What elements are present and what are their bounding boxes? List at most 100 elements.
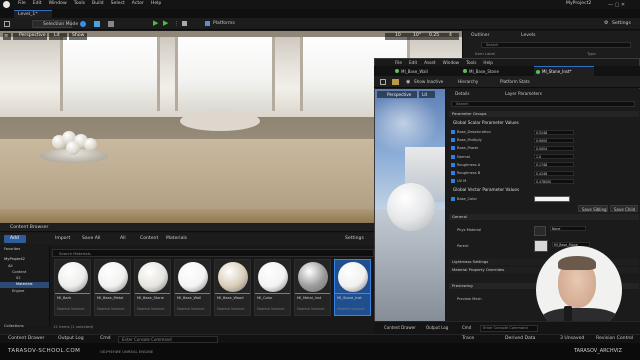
vector-params-header[interactable]: Global Vector Parameter Values [453, 187, 519, 192]
hierarchy-button[interactable]: Hierarchy [452, 78, 488, 86]
param-checkbox[interactable] [451, 146, 455, 151]
show-button[interactable]: Show [69, 33, 87, 40]
tree-project[interactable]: MyProject2 [4, 257, 25, 261]
menu-item[interactable]: Actor [132, 1, 144, 7]
unsaved-button[interactable]: 3 Unsaved [560, 336, 584, 342]
param-value-input[interactable]: 0.478000 [534, 178, 574, 184]
snap-controls[interactable]: 10 10° 0.25 4 [385, 33, 459, 40]
selection-mode-dropdown[interactable]: Selection Mode [32, 20, 78, 28]
perspective-button[interactable]: Perspective [13, 33, 47, 40]
mi-menu-item[interactable]: File [395, 60, 402, 65]
content-search-input[interactable]: Search Materials [52, 249, 374, 257]
levels-tab[interactable]: Levels [521, 33, 536, 39]
phys-material-thumb[interactable] [534, 226, 546, 236]
mi-menu-item[interactable]: Window [443, 60, 460, 65]
tree-materials-row[interactable]: Materials [0, 282, 49, 288]
param-value-input[interactable]: 0.5248 [534, 129, 574, 135]
param-value-input[interactable]: 1.0 [534, 154, 574, 160]
asset-tile[interactable]: MI_Base_Metal Material Instance [94, 259, 131, 316]
menu-item[interactable]: Edit [33, 1, 42, 7]
param-checkbox[interactable] [451, 162, 455, 167]
mi-menu-item[interactable]: Tools [466, 60, 476, 65]
param-value-input[interactable]: 0.1748 [534, 162, 574, 168]
mi-tab-base-stone[interactable]: MI_Base_Stone [462, 67, 517, 76]
breadcrumb-content[interactable]: Content [140, 236, 158, 242]
item-label-column[interactable]: Item Label [475, 52, 495, 56]
breadcrumb-all[interactable]: All [120, 236, 126, 242]
type-column[interactable]: Type [587, 52, 596, 56]
asset-tile[interactable]: MI_Color Material Instance [254, 259, 291, 316]
outliner-search[interactable]: Search [481, 42, 631, 48]
save-icon[interactable] [4, 21, 10, 27]
platforms-button[interactable]: Platforms [205, 20, 239, 28]
outliner-tab[interactable]: Outliner [471, 33, 490, 39]
mi-content-drawer-button[interactable]: Content Drawer [384, 326, 416, 330]
asset-tile[interactable]: MI_Base_Wood Material Instance [214, 259, 251, 316]
add-actor-icon[interactable] [80, 21, 86, 27]
asset-tile[interactable]: MI_Metal_Inst Material Instance [294, 259, 331, 316]
tree-all[interactable]: All [8, 264, 12, 269]
param-value-input[interactable]: 0.0004 [534, 145, 574, 151]
tree-engine[interactable]: Engine [12, 289, 24, 294]
platform-stats-button[interactable]: Platform Stats [492, 78, 534, 86]
scale-snap-value[interactable]: 0.25 [429, 34, 439, 39]
mi-menu-item[interactable]: Help [483, 60, 493, 65]
import-button[interactable]: Import [55, 236, 70, 242]
trace-button[interactable]: Trace [462, 336, 474, 342]
mi-tab-stone-inst[interactable]: MI_Stone_Inst* [534, 66, 594, 76]
parameter-groups-header[interactable]: Parameter Groups [449, 111, 639, 117]
cinematics-icon[interactable] [108, 21, 114, 27]
console-input[interactable]: Enter Console Command [118, 336, 218, 343]
phys-material-dropdown[interactable]: None [550, 226, 586, 231]
menu-item[interactable]: Help [151, 1, 161, 7]
play-icon[interactable]: ▶ [153, 20, 158, 27]
asset-tile[interactable]: MI_Base_Wall Material Instance [174, 259, 211, 316]
mi-menu-item[interactable]: Asset [424, 60, 435, 65]
save-all-button[interactable]: Save All [82, 236, 100, 242]
base-color-swatch[interactable] [534, 196, 570, 202]
output-log-button[interactable]: Output Log [58, 336, 84, 342]
param-checkbox[interactable] [451, 171, 455, 175]
scalar-params-header[interactable]: Global Scalar Parameter Values [453, 120, 519, 125]
revision-control-button[interactable]: Revision Control [596, 336, 633, 342]
angle-snap-value[interactable]: 10° [413, 34, 421, 39]
breadcrumb-materials[interactable]: Materials [166, 236, 187, 242]
level-tab[interactable]: Level_1* [14, 10, 52, 18]
tree-02[interactable]: 02 [16, 276, 21, 281]
settings-button[interactable]: ⚙ Settings [604, 20, 638, 28]
add-button[interactable]: Add [4, 235, 26, 243]
param-checkbox[interactable] [451, 138, 455, 143]
tree-content[interactable]: Content [12, 270, 26, 275]
content-drawer-button[interactable]: Content Drawer [8, 336, 44, 342]
cb-settings-button[interactable]: Settings [345, 236, 364, 242]
mi-output-log-button[interactable]: Output Log [426, 326, 448, 330]
material-preview-viewport[interactable]: Perspective Lit [375, 89, 445, 321]
asset-tile[interactable]: MI_Base_Stone Material Instance [134, 259, 171, 316]
mi-tab-base-wall[interactable]: MI_Base_Wall [394, 67, 449, 76]
stop-icon[interactable] [182, 21, 187, 26]
param-value-input[interactable]: 0.9000 [534, 137, 574, 143]
camera-speed-value[interactable]: 4 [449, 34, 452, 39]
play-next-icon[interactable]: ▶ [163, 20, 168, 27]
general-header[interactable]: General [449, 214, 639, 220]
save-child-button[interactable]: Save Child [610, 205, 638, 212]
param-checkbox[interactable] [451, 130, 455, 134]
window-controls[interactable]: — ▢ ✕ [608, 2, 625, 8]
menu-item[interactable]: File [18, 1, 26, 7]
menu-item[interactable]: Window [49, 1, 67, 7]
blueprint-icon[interactable] [94, 21, 100, 27]
param-value-input[interactable]: 0.4248 [534, 170, 574, 176]
show-inactive-button[interactable]: ◉ Show Inactive [406, 78, 448, 86]
mi-console-input[interactable]: Enter Console Command [480, 325, 538, 332]
parent-thumb[interactable] [534, 240, 548, 252]
lit-button[interactable]: Lit [49, 33, 67, 40]
mi-cmd-dropdown[interactable]: Cmd [462, 326, 471, 330]
content-browser-tab[interactable]: Content Browser [0, 223, 374, 232]
mi-lit-button[interactable]: Lit [419, 91, 435, 98]
base-color-checkbox[interactable] [451, 197, 455, 201]
menu-item[interactable]: Build [92, 1, 104, 7]
viewport-options-button[interactable]: ≡ [3, 33, 11, 40]
save-sibling-button[interactable]: Save Sibling [578, 205, 608, 212]
mi-perspective-button[interactable]: Perspective [377, 91, 417, 98]
cmd-dropdown[interactable]: Cmd [100, 336, 111, 342]
